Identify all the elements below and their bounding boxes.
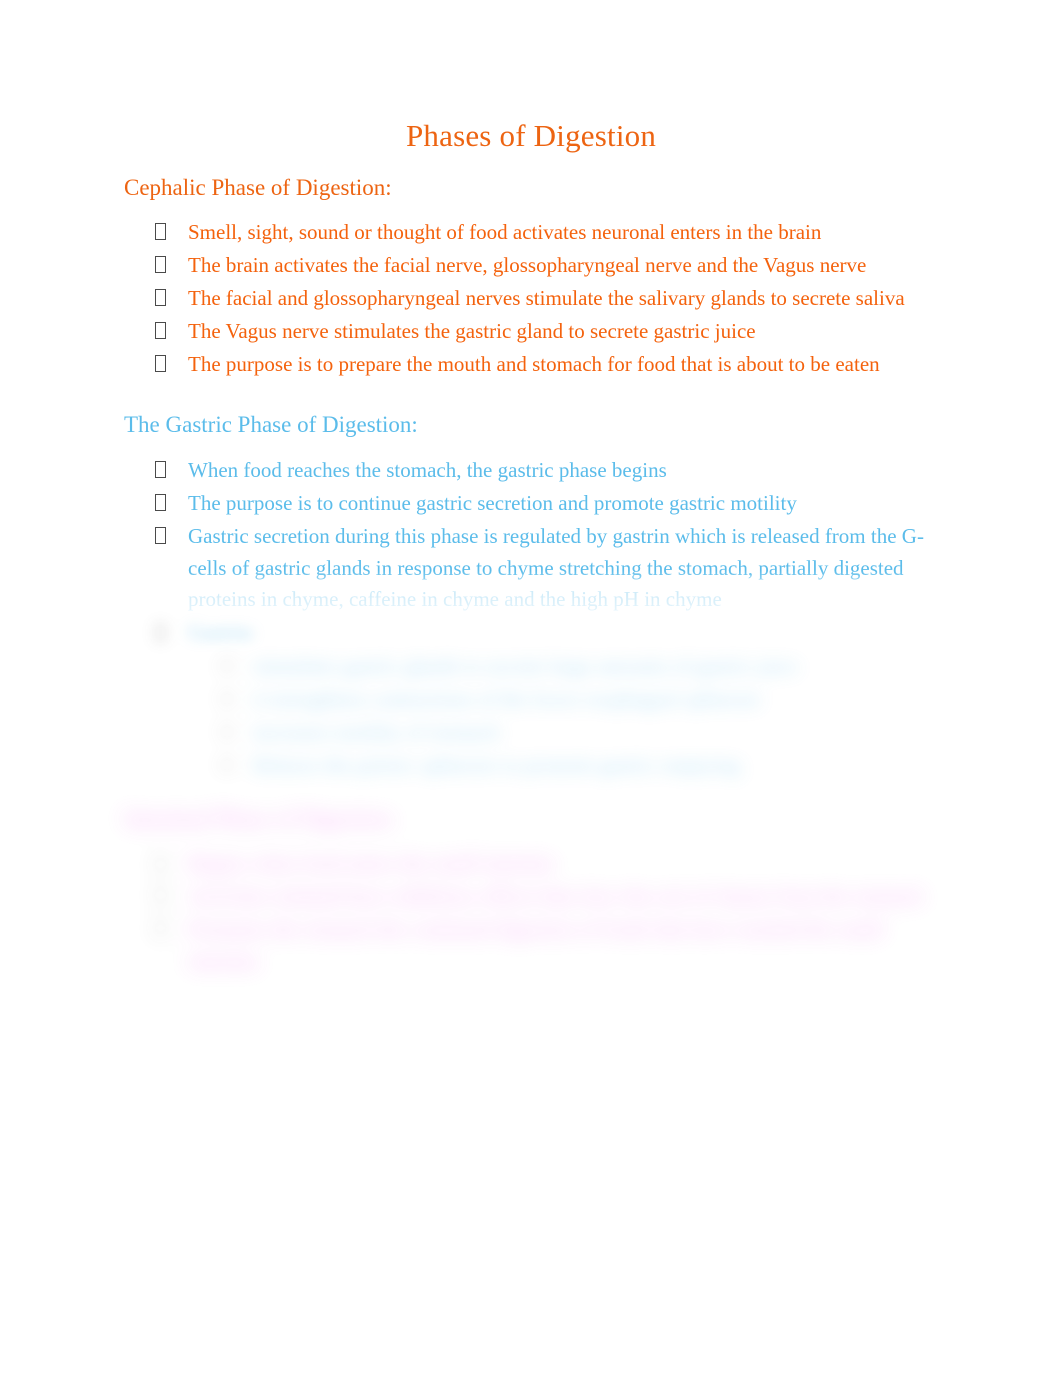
list-item: Gastrin:	[155, 617, 928, 649]
list-item-text: Promotes the stomach the continued diges…	[188, 917, 884, 973]
bullet-list-gastrin-label: Gastrin:	[0, 617, 1062, 649]
bullet-circle-icon	[220, 692, 234, 707]
list-item: When food reaches the stomach, the gastr…	[155, 455, 928, 487]
list-item: increases motility of stomach	[220, 717, 943, 749]
section-heading-intestinal: Intestinal Phase of Digestion:	[124, 805, 396, 831]
bullet-list-gastric-fading: Gastric secretion during this phase is r…	[0, 521, 1062, 617]
bullet-box-icon	[155, 887, 166, 905]
bullet-box-icon	[155, 223, 166, 241]
bullet-list-cephalic: Smell, sight, sound or thought of food a…	[0, 217, 1062, 381]
bullet-box-icon	[155, 854, 166, 872]
bullet-box-icon	[155, 321, 166, 339]
list-item: Promotes the stomach the continued diges…	[155, 914, 928, 978]
section-heading-cephalic: Cephalic Phase of Digestion:	[124, 174, 392, 200]
bullet-box-icon	[155, 461, 166, 479]
section-intestinal: Intestinal Phase of Digestion: Begins wh…	[0, 804, 1062, 978]
bullet-box-icon	[155, 526, 166, 544]
bullet-box-icon	[155, 256, 166, 274]
list-item: Gastric secretion during this phase is r…	[155, 521, 928, 617]
list-item: stimulates gastric glands to secrete lar…	[220, 651, 943, 683]
list-item-text: Begins when food enters the small intest…	[188, 851, 555, 876]
list-item: The purpose is to continue gastric secre…	[155, 488, 928, 520]
list-item-text: stimulates gastric glands to secrete lar…	[253, 654, 798, 679]
bullet-circle-icon	[220, 757, 234, 772]
list-item-text: The purpose is to continue gastric secre…	[188, 490, 797, 515]
list-item-text: When food reaches the stomach, the gastr…	[188, 457, 667, 482]
list-item-text: it strengthens contractions of the lower…	[253, 687, 761, 712]
list-item-text: The facial and glossopharyngeal nerves s…	[188, 285, 905, 310]
bullet-box-icon	[155, 354, 166, 372]
bullet-circle-icon	[220, 659, 234, 674]
list-item: it strengthens contractions of the lower…	[220, 684, 943, 716]
list-item: Begins when food enters the small intest…	[155, 848, 928, 880]
title-block: Phases of Digestion	[0, 118, 1062, 155]
list-item-text: The brain activates the facial nerve, gl…	[188, 252, 867, 277]
list-item: The facial and glossopharyngeal nerves s…	[155, 283, 928, 315]
list-item-text: Gastrin:	[188, 620, 256, 645]
bullet-list-gastric: When food reaches the stomach, the gastr…	[0, 455, 1062, 520]
list-item-text: Activities initiated have inhibitory eff…	[188, 884, 923, 909]
list-item-text: increases motility of stomach	[253, 720, 500, 745]
list-item-text: Gastric secretion during this phase is r…	[188, 523, 924, 612]
bullet-list-intestinal: Begins when food enters the small intest…	[0, 848, 1062, 978]
list-item: Relaxes the pyloric sphincter to promote…	[220, 750, 943, 782]
list-item: Activities initiated have inhibitory eff…	[155, 881, 928, 913]
bullet-list-gastrin-sub: stimulates gastric glands to secrete lar…	[0, 651, 1062, 782]
bullet-box-icon	[155, 623, 166, 641]
bullet-box-icon	[155, 289, 166, 307]
section-gastric-sharp-part: The Gastric Phase of Digestion: When foo…	[0, 410, 1062, 519]
page-title: Phases of Digestion	[405, 118, 657, 153]
section-cephalic: Cephalic Phase of Digestion: Smell, sigh…	[0, 173, 1062, 381]
document-page: Phases of Digestion Cephalic Phase of Di…	[0, 0, 1062, 1377]
list-item: The purpose is to prepare the mouth and …	[155, 349, 928, 381]
document-body: Phases of Digestion Cephalic Phase of Di…	[0, 0, 1062, 979]
bullet-box-icon	[155, 494, 166, 512]
list-item: Smell, sight, sound or thought of food a…	[155, 217, 928, 249]
list-item-text: The purpose is to prepare the mouth and …	[188, 351, 880, 376]
list-item-text: Smell, sight, sound or thought of food a…	[188, 219, 822, 244]
section-gastric: The Gastric Phase of Digestion: When foo…	[0, 410, 1062, 781]
list-item: The brain activates the facial nerve, gl…	[155, 250, 928, 282]
bullet-box-icon	[155, 920, 166, 938]
list-item-text: The Vagus nerve stimulates the gastric g…	[188, 318, 756, 343]
list-item: The Vagus nerve stimulates the gastric g…	[155, 316, 928, 348]
bullet-circle-icon	[220, 725, 234, 740]
section-heading-gastric: The Gastric Phase of Digestion:	[124, 412, 418, 438]
list-item-text: Relaxes the pyloric sphincter to promote…	[253, 752, 740, 777]
